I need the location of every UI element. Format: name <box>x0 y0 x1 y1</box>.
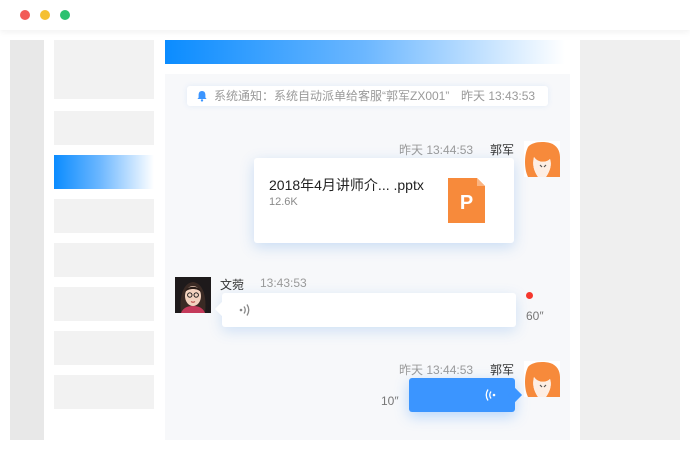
system-notice: 系统通知：系统自动派单给客服“郭军ZX001” 昨天 13:43:53 <box>187 86 548 106</box>
message-time: 昨天 13:44:53 <box>399 363 474 377</box>
message-time: 13:43:53 <box>260 276 307 290</box>
unread-indicator <box>526 292 533 299</box>
voice-duration: 10″ <box>381 394 399 408</box>
message-sender-name: 文菀 <box>220 278 245 292</box>
sidebar-item-5[interactable] <box>54 243 154 277</box>
minimize-window-button[interactable] <box>40 10 50 20</box>
sidebar-item-8[interactable] <box>54 375 154 409</box>
file-message-card[interactable]: 2018年4月讲师介... .pptx 12.6K P <box>254 158 514 243</box>
window-titlebar <box>0 0 690 30</box>
sidebar-item-7[interactable] <box>54 331 154 365</box>
message-sender-name: 郭军 <box>490 363 515 377</box>
maximize-window-button[interactable] <box>60 10 70 20</box>
sidebar-item-4[interactable] <box>54 199 154 233</box>
voice-duration: 60″ <box>526 309 544 323</box>
close-window-button[interactable] <box>20 10 30 20</box>
message-sender-name: 郭军 <box>490 143 515 157</box>
outgoing-voice-message[interactable] <box>409 378 523 412</box>
incoming-voice-message[interactable] <box>214 293 516 327</box>
customer-avatar[interactable] <box>175 277 211 313</box>
agent-avatar[interactable] <box>524 141 560 177</box>
sidebar-item-1[interactable] <box>54 40 154 99</box>
sidebar-item-6[interactable] <box>54 287 154 321</box>
right-info-panel <box>580 40 680 440</box>
sidebar-item-active[interactable] <box>54 155 154 189</box>
voice-wave-icon <box>485 389 496 401</box>
message-time: 昨天 13:44:53 <box>399 143 474 157</box>
file-name: 2018年4月讲师介... .pptx <box>269 177 424 193</box>
sidebar-item-2[interactable] <box>54 111 154 145</box>
system-notice-text: 系统通知：系统自动派单给客服“郭军ZX001” <box>214 89 450 103</box>
bell-icon <box>197 91 207 102</box>
left-nav-strip <box>10 40 44 440</box>
file-size: 12.6K <box>269 196 298 208</box>
ppt-file-icon: P <box>448 178 485 223</box>
ppt-icon-letter: P <box>460 192 473 214</box>
chat-header-bar <box>165 40 565 64</box>
voice-wave-icon <box>239 304 250 316</box>
agent-avatar[interactable] <box>524 361 560 397</box>
system-notice-time: 昨天 13:43:53 <box>461 89 536 103</box>
